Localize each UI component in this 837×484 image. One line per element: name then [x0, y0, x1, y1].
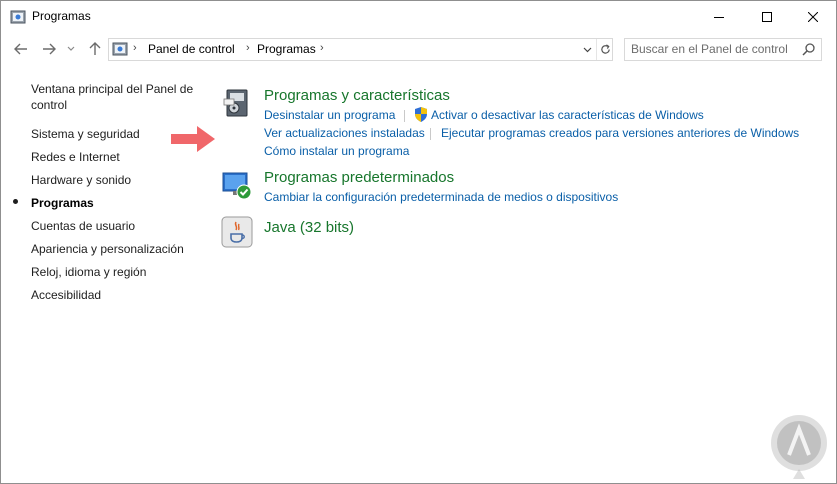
refresh-icon: [600, 44, 610, 54]
sidebar-item-panel-principal[interactable]: Ventana principal del Panel de control: [31, 81, 193, 113]
link-como-instalar[interactable]: Cómo instalar un programa: [264, 144, 409, 158]
recent-locations-button[interactable]: [64, 39, 78, 59]
address-bar[interactable]: › Panel de control › Programas ›: [108, 38, 613, 61]
up-arrow-icon: [89, 42, 101, 55]
breadcrumb-separator-icon[interactable]: ›: [133, 42, 137, 54]
sidebar-item-hardware-sonido[interactable]: Hardware y sonido: [31, 172, 131, 188]
link-activar-desactivar-caracteristicas[interactable]: Activar o desactivar las características…: [431, 108, 704, 122]
link-separator: [430, 128, 431, 140]
link-separator: [404, 110, 405, 122]
sidebar-item-redes-internet[interactable]: Redes e Internet: [31, 149, 120, 165]
default-programs-icon[interactable]: [221, 169, 253, 201]
java-icon[interactable]: [221, 216, 253, 248]
minimize-button[interactable]: [696, 1, 742, 32]
close-button[interactable]: [790, 1, 836, 32]
close-icon: [808, 11, 818, 22]
category-title-programas-caracteristicas[interactable]: Programas y características: [264, 87, 450, 104]
minimize-icon: [714, 16, 724, 18]
uac-shield-icon: [415, 107, 427, 122]
title-bar[interactable]: Programas: [1, 1, 836, 32]
maximize-button[interactable]: [744, 1, 790, 32]
link-desinstalar-programa[interactable]: Desinstalar un programa: [264, 108, 395, 122]
sidebar-item-accesibilidad[interactable]: Accesibilidad: [31, 287, 101, 303]
sidebar-item-label: control: [31, 98, 68, 112]
chevron-down-icon: [67, 46, 75, 51]
up-button[interactable]: [85, 39, 105, 59]
refresh-button[interactable]: [596, 39, 613, 60]
site-logo-icon: [771, 415, 827, 479]
back-arrow-icon: [14, 43, 27, 55]
link-ver-actualizaciones[interactable]: Ver actualizaciones instaladas: [264, 126, 425, 140]
breadcrumb-separator-icon[interactable]: ›: [246, 42, 250, 54]
category-title-java[interactable]: Java (32 bits): [264, 219, 354, 236]
link-ejecutar-programas-anteriores[interactable]: Ejecutar programas creados para versione…: [441, 126, 799, 140]
active-item-bullet-icon: [13, 199, 18, 204]
sidebar-item-apariencia[interactable]: Apariencia y personalización: [31, 241, 184, 257]
forward-button[interactable]: [39, 39, 59, 59]
programs-features-icon[interactable]: [221, 87, 253, 119]
forward-arrow-icon: [43, 43, 56, 55]
breadcrumb-separator-icon[interactable]: ›: [320, 42, 324, 54]
breadcrumb-panel-de-control[interactable]: Panel de control: [148, 42, 235, 56]
highlight-arrow-icon: [171, 126, 215, 152]
control-panel-app-icon: [10, 10, 26, 24]
search-input[interactable]: [631, 41, 791, 57]
sidebar-item-cuentas-usuario[interactable]: Cuentas de usuario: [31, 218, 135, 234]
window-title: Programas: [32, 9, 91, 23]
sidebar-item-reloj-idioma[interactable]: Reloj, idioma y región: [31, 264, 146, 280]
sidebar-item-label: Ventana principal del Panel de: [31, 82, 194, 96]
link-cambiar-configuracion-medios[interactable]: Cambiar la configuración predeterminada …: [264, 190, 618, 204]
control-panel-window: Programas › Panel de control › Programas…: [0, 0, 837, 484]
sidebar-item-programas[interactable]: Programas: [31, 195, 94, 211]
maximize-icon: [762, 11, 772, 22]
address-history-button[interactable]: [579, 39, 595, 60]
back-button[interactable]: [11, 39, 31, 59]
breadcrumb-programas[interactable]: Programas: [257, 42, 316, 56]
sidebar-item-sistema-seguridad[interactable]: Sistema y seguridad: [31, 126, 140, 142]
control-panel-location-icon: [112, 42, 128, 56]
search-box[interactable]: [624, 38, 822, 61]
category-title-programas-predeterminados[interactable]: Programas predeterminados: [264, 169, 454, 186]
search-icon[interactable]: [802, 42, 816, 56]
chevron-down-icon: [583, 47, 591, 52]
